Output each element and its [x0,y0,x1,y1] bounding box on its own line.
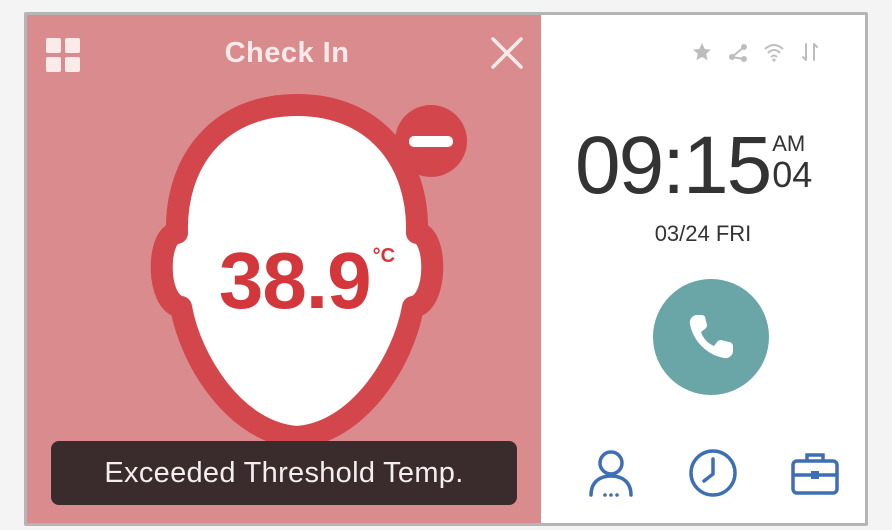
bottom-toolbar [541,443,865,503]
user-icon[interactable] [581,443,641,503]
close-icon[interactable] [489,35,525,71]
clock-icon[interactable] [683,443,743,503]
share-icon [727,41,749,63]
briefcase-icon[interactable] [785,443,845,503]
clock-date: 03/24 FRI [654,221,752,246]
clock-time: 09:15 [575,120,772,211]
device-screen: Check In 38.9 °C Exceeded Threshold Temp. [24,12,868,526]
grid-icon[interactable] [45,37,81,73]
phone-icon [689,315,733,359]
alert-banner: Exceeded Threshold Temp. [51,441,517,505]
wifi-icon [763,41,785,63]
star-icon [691,41,713,63]
clock: 09:15 AM 04 [575,125,812,207]
info-panel: 09:15 AM 04 03/24 FRI [541,15,865,523]
temperature-value: 38.9 [218,236,372,325]
temperature-readout: 38.9 °C [197,235,417,327]
temperature-panel: Check In 38.9 °C Exceeded Threshold Temp. [27,15,541,523]
clock-seconds: 04 [772,154,813,195]
page-title: Check In [224,37,350,69]
sync-icon [799,41,821,63]
status-bar [691,41,821,63]
call-button[interactable] [653,279,769,395]
temperature-unit: °C [372,245,396,267]
